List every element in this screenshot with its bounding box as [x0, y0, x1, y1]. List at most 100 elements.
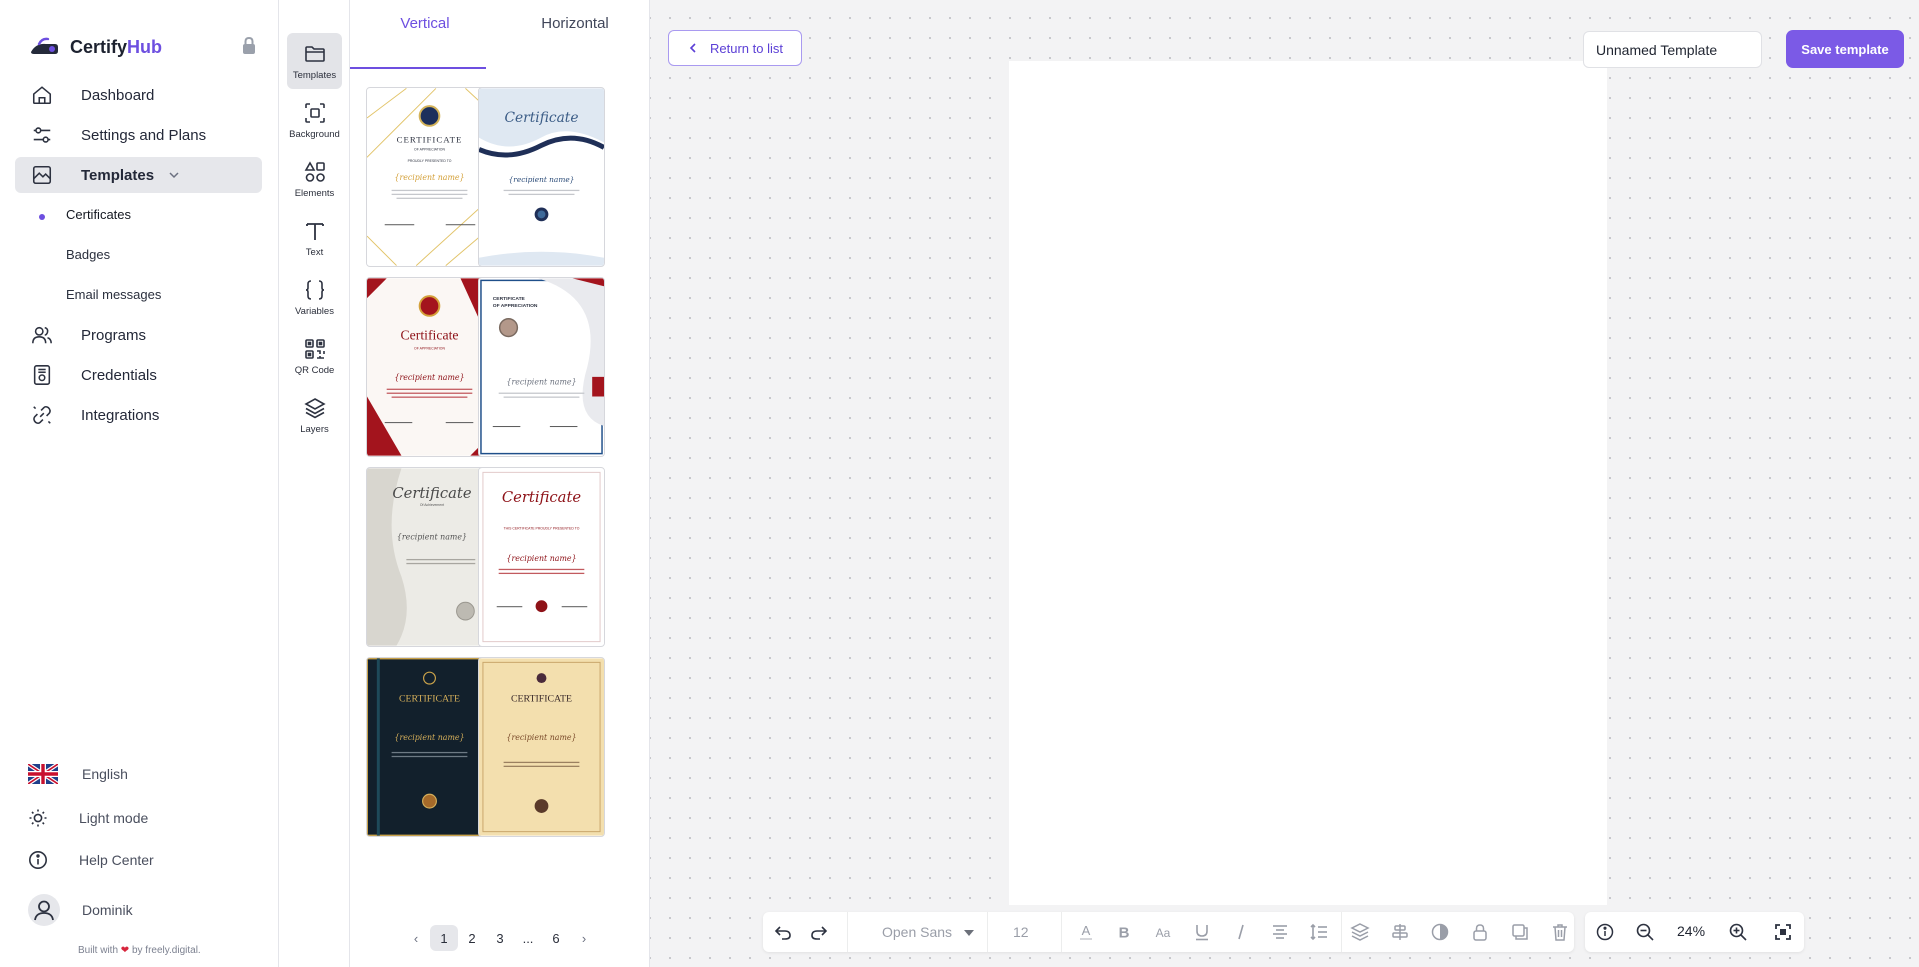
- redo-button[interactable]: [807, 920, 831, 944]
- italic-icon: [1238, 924, 1244, 940]
- certificate-thumbnail-grey-swoosh: CERTIFICATE OF APPRECIATION {recipient n…: [479, 278, 604, 456]
- nav-item-settings[interactable]: Settings and Plans: [15, 117, 262, 153]
- theme-label: Light mode: [79, 810, 149, 826]
- svg-text:{recipient name}: {recipient name}: [394, 733, 464, 742]
- certificate-thumbnail-beige-wave: Certificate Of Achievement {recipient na…: [367, 468, 492, 646]
- undo-button[interactable]: [771, 920, 795, 944]
- nav-item-programs[interactable]: Programs: [15, 317, 262, 353]
- underline-button[interactable]: [1190, 920, 1214, 944]
- nav-label: Programs: [81, 326, 147, 344]
- help-center-link[interactable]: Help Center: [28, 850, 154, 870]
- theme-toggle[interactable]: Light mode: [28, 808, 148, 828]
- tool-layers[interactable]: Layers: [287, 387, 342, 443]
- text-case-button[interactable]: Aa: [1151, 920, 1175, 944]
- template-thumbnail[interactable]: CERTIFICATE OF APPRECIATION {recipient n…: [478, 277, 605, 457]
- tool-label: Background: [289, 128, 340, 140]
- nav-item-templates[interactable]: Templates: [15, 157, 262, 193]
- underline-icon: [1196, 925, 1208, 941]
- braces-icon: [305, 279, 324, 300]
- prev-page-button[interactable]: ‹: [402, 925, 430, 951]
- zoom-in-button[interactable]: [1726, 920, 1750, 944]
- template-thumbnail[interactable]: CERTIFICATE {recipient name}: [366, 657, 493, 837]
- sub-item-certificates[interactable]: Certificates: [66, 207, 131, 222]
- next-page-button[interactable]: ›: [570, 925, 598, 951]
- tool-label: Text: [305, 246, 324, 258]
- credential-icon: [30, 363, 54, 387]
- tab-horizontal[interactable]: Horizontal: [500, 0, 650, 58]
- chevron-left-icon: [689, 43, 696, 53]
- lock-icon[interactable]: [240, 36, 258, 56]
- user-profile[interactable]: Dominik: [28, 894, 133, 926]
- nav-item-credentials[interactable]: Credentials: [15, 357, 262, 393]
- info-icon: [1596, 923, 1614, 941]
- tool-qr-code[interactable]: QR Code: [287, 328, 342, 384]
- italic-button[interactable]: [1229, 920, 1253, 944]
- align-objects-button[interactable]: [1388, 920, 1412, 944]
- template-thumbnail[interactable]: Certificate Of Achievement {recipient na…: [366, 467, 493, 647]
- svg-text:Certificate: Certificate: [505, 110, 579, 126]
- nav-item-integrations[interactable]: Integrations: [15, 397, 262, 433]
- template-thumbnail[interactable]: CERTIFICATE {recipient name}: [478, 657, 605, 837]
- line-height-button[interactable]: [1307, 920, 1331, 944]
- delete-button[interactable]: [1548, 920, 1572, 944]
- template-thumbnail[interactable]: Certificate THIS CERTIFICATE PROUDLY PRE…: [478, 467, 605, 647]
- shadow-button[interactable]: [1508, 920, 1532, 944]
- page-button[interactable]: 3: [486, 925, 514, 951]
- template-thumbnail[interactable]: CERTIFICATE OF APPRECIATION PROUDLY PRES…: [366, 87, 493, 267]
- user-name: Dominik: [82, 902, 133, 918]
- tool-elements[interactable]: Elements: [287, 151, 342, 207]
- svg-text:{recipient name}: {recipient name}: [506, 554, 576, 563]
- sub-item-badges[interactable]: Badges: [66, 247, 110, 262]
- redo-icon: [811, 926, 828, 940]
- opacity-icon: [1431, 923, 1449, 941]
- template-name-input[interactable]: [1583, 31, 1762, 68]
- font-family-value: Open Sans: [882, 924, 953, 940]
- background-icon: [304, 102, 325, 123]
- tool-label: QR Code: [294, 364, 335, 376]
- tool-text[interactable]: Text: [287, 210, 342, 266]
- zoom-out-button[interactable]: [1633, 920, 1657, 944]
- fit-to-screen-button[interactable]: [1771, 920, 1795, 944]
- undo-icon: [774, 926, 791, 940]
- svg-text:THIS CERTIFICATE PROUDLY PRESE: THIS CERTIFICATE PROUDLY PRESENTED TO: [504, 526, 580, 530]
- nav-label: Dashboard: [81, 86, 155, 104]
- active-indicator-dot: [39, 214, 45, 220]
- built-with-credit: Built with ❤ by freely.digital.: [78, 945, 201, 956]
- tool-templates[interactable]: Templates: [287, 33, 342, 89]
- nav-item-dashboard[interactable]: Dashboard: [15, 77, 262, 113]
- tab-vertical[interactable]: Vertical: [350, 0, 500, 58]
- template-thumbnail[interactable]: Certificate OF APPRECIATION {recipient n…: [366, 277, 493, 457]
- page-button[interactable]: 1: [430, 925, 458, 951]
- opacity-button[interactable]: [1428, 920, 1452, 944]
- canvas-info-button[interactable]: [1593, 920, 1617, 944]
- tool-variables[interactable]: Variables: [287, 269, 342, 325]
- nav-label: Credentials: [81, 366, 157, 384]
- svg-text:PROUDLY PRESENTED TO: PROUDLY PRESENTED TO: [408, 159, 452, 163]
- certificate-page[interactable]: [1009, 61, 1607, 905]
- template-thumbnail[interactable]: Certificate {recipient name}: [478, 87, 605, 267]
- brand[interactable]: CertifyHub: [28, 35, 162, 59]
- save-template-button[interactable]: Save template: [1786, 30, 1904, 68]
- svg-text:CERTIFICATE: CERTIFICATE: [511, 694, 572, 705]
- tool-background[interactable]: Background: [287, 92, 342, 148]
- certificate-thumbnail-blue-wave: Certificate {recipient name}: [479, 88, 604, 266]
- page-button[interactable]: 6: [542, 925, 570, 951]
- page-button[interactable]: 2: [458, 925, 486, 951]
- font-family-select[interactable]: Open Sans: [866, 912, 986, 952]
- layer-order-button[interactable]: [1348, 920, 1372, 944]
- font-size-input[interactable]: 12: [995, 912, 1055, 952]
- bold-button[interactable]: B: [1112, 920, 1136, 944]
- svg-text:OF APPRECIATION: OF APPRECIATION: [414, 147, 445, 151]
- sliders-icon: [30, 123, 54, 147]
- lock-element-button[interactable]: [1468, 920, 1492, 944]
- language-selector[interactable]: English: [28, 764, 128, 784]
- lock-icon: [1473, 924, 1487, 941]
- nav-label: Settings and Plans: [81, 126, 207, 144]
- return-to-list-button[interactable]: Return to list: [668, 30, 802, 66]
- main-sidebar: CertifyHub Dashboard Settings and Plans …: [0, 0, 279, 967]
- align-center-button[interactable]: [1268, 920, 1292, 944]
- font-color-button[interactable]: A: [1074, 920, 1098, 944]
- info-icon: [29, 851, 47, 869]
- orientation-tabs: Vertical Horizontal: [350, 0, 650, 70]
- sub-item-email-messages[interactable]: Email messages: [66, 287, 161, 302]
